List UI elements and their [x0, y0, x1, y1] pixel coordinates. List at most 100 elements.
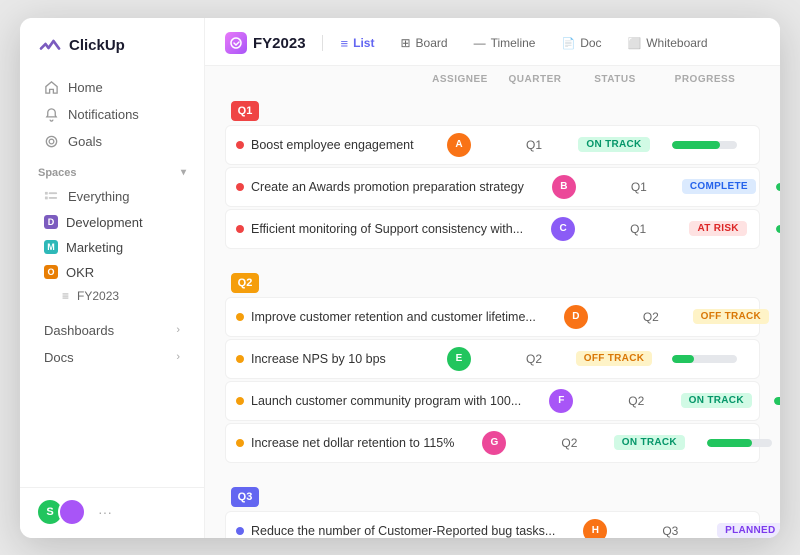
fy-icon: [225, 32, 247, 54]
table-row[interactable]: Increase net dollar retention to 115%GQ2…: [225, 423, 760, 463]
assignee-cell: C: [523, 217, 603, 241]
fy-title: FY2023: [253, 35, 306, 52]
sidebar-marketing-label: Marketing: [66, 240, 123, 255]
task-dot: [236, 439, 244, 447]
assignee-avatar: D: [564, 305, 588, 329]
timeline-tab-icon: —: [474, 36, 486, 50]
marketing-dot: M: [44, 240, 58, 254]
column-headers: ASSIGNEE QUARTER STATUS PROGRESS: [225, 66, 760, 89]
tab-list[interactable]: ≡ List: [331, 32, 385, 55]
sidebar-item-everything[interactable]: Everything: [26, 183, 198, 210]
task-quarter: Q1: [603, 222, 673, 236]
progress-bar-bg: [707, 439, 772, 447]
whiteboard-tab-label: Whiteboard: [646, 36, 707, 50]
table-row[interactable]: Increase NPS by 10 bps E Q2OFF TRACK: [225, 339, 760, 379]
quarter-badge-Q1: Q1: [231, 101, 259, 121]
assignee-avatar: H: [583, 519, 607, 538]
topbar: FY2023 ≡ List ⊞ Board — Timeline 📄 Doc ⬜…: [205, 18, 780, 66]
avatar-stack: S: [36, 498, 86, 526]
dashboards-label: Dashboards: [44, 323, 114, 338]
progress-cell: [659, 141, 749, 149]
assignee-cell: F: [521, 389, 601, 413]
task-name-cell: Improve customer retention and customer …: [236, 310, 536, 324]
dashboards-chevron: ›: [176, 324, 180, 336]
col-assignee: ASSIGNEE: [420, 74, 500, 85]
progress-bar-fill: [776, 225, 780, 233]
table-row[interactable]: Efficient monitoring of Support consiste…: [225, 209, 760, 249]
task-text: Boost employee engagement: [251, 138, 414, 152]
task-name-cell: Increase net dollar retention to 115%: [236, 436, 454, 450]
table-row[interactable]: Boost employee engagementAQ1ON TRACK: [225, 125, 760, 165]
assignee-cell: E: [419, 347, 499, 371]
assignee-cell: A: [419, 133, 499, 157]
sidebar-item-home[interactable]: Home: [26, 74, 198, 101]
chevron-down-icon: ▾: [181, 167, 186, 178]
status-badge: ON TRACK: [614, 435, 685, 450]
progress-cell: [694, 439, 780, 447]
sidebar-item-development[interactable]: D Development: [26, 210, 198, 235]
goals-icon: [44, 134, 59, 149]
task-text: Increase NPS by 10 bps: [251, 352, 386, 366]
status-badge: OFF TRACK: [693, 309, 769, 324]
sidebar-okr-label: OKR: [66, 265, 94, 280]
assignee-avatar: E: [447, 347, 471, 371]
quarter-group-Q2: Q2 Improve customer retention and custome…: [225, 261, 760, 463]
assignee-avatar: C: [551, 217, 575, 241]
sidebar: ClickUp Home Notifications Goals Spaces …: [20, 18, 205, 538]
docs-chevron: ›: [176, 351, 180, 363]
task-quarter: Q2: [601, 394, 671, 408]
status-cell: COMPLETE: [674, 179, 764, 194]
sidebar-home-label: Home: [68, 80, 103, 95]
task-quarter: Q3: [635, 524, 705, 538]
task-name-cell: Launch customer community program with 1…: [236, 394, 521, 408]
task-dot: [236, 141, 244, 149]
progress-cell: [763, 225, 780, 233]
progress-cell: [776, 313, 780, 321]
sidebar-item-notifications[interactable]: Notifications: [26, 101, 198, 128]
task-quarter: Q1: [499, 138, 569, 152]
sidebar-item-fy2023[interactable]: ≡ FY2023: [26, 285, 198, 307]
table-area: ASSIGNEE QUARTER STATUS PROGRESS Q1 Boost…: [205, 66, 780, 538]
table-row[interactable]: Improve customer retention and customer …: [225, 297, 760, 337]
quarter-badge-Q2: Q2: [231, 273, 259, 293]
assignee-avatar: F: [549, 389, 573, 413]
quarter-group-Q3: Q3 Reduce the number of Customer-Reported…: [225, 475, 760, 538]
assignee-avatar: A: [447, 133, 471, 157]
tab-board[interactable]: ⊞ Board: [390, 32, 457, 54]
doc-tab-icon: 📄: [561, 37, 575, 50]
table-row[interactable]: Launch customer community program with 1…: [225, 381, 760, 421]
spaces-label: Spaces: [38, 167, 77, 179]
tab-timeline[interactable]: — Timeline: [464, 32, 546, 54]
main-content: FY2023 ≡ List ⊞ Board — Timeline 📄 Doc ⬜…: [205, 18, 780, 538]
sidebar-item-okr[interactable]: O OKR: [26, 260, 198, 285]
list-tab-label: List: [353, 36, 374, 50]
fy2023-prefix: ≡: [62, 289, 69, 303]
avatar-2: [58, 498, 86, 526]
task-text: Create an Awards promotion preparation s…: [251, 180, 524, 194]
progress-cell: [659, 355, 749, 363]
status-cell: ON TRACK: [604, 435, 694, 450]
clickup-logo-icon: [38, 34, 62, 58]
status-cell: OFF TRACK: [569, 351, 659, 366]
progress-cell: [761, 397, 780, 405]
tab-whiteboard[interactable]: ⬜ Whiteboard: [618, 32, 718, 54]
sidebar-item-docs[interactable]: Docs ›: [26, 344, 198, 371]
task-dot: [236, 225, 244, 233]
progress-bar-bg: [776, 225, 780, 233]
sidebar-item-marketing[interactable]: M Marketing: [26, 235, 198, 260]
more-menu-icon[interactable]: ···: [98, 504, 112, 520]
tab-doc[interactable]: 📄 Doc: [551, 32, 611, 54]
sidebar-everything-label: Everything: [68, 189, 129, 204]
sidebar-item-dashboards[interactable]: Dashboards ›: [26, 317, 198, 344]
progress-bar-fill: [707, 439, 753, 447]
task-name-cell: Reduce the number of Customer-Reported b…: [236, 524, 555, 538]
task-quarter: Q2: [499, 352, 569, 366]
table-row[interactable]: Reduce the number of Customer-Reported b…: [225, 511, 760, 538]
main-window: ClickUp Home Notifications Goals Spaces …: [20, 18, 780, 538]
spaces-section: Spaces ▾: [20, 155, 204, 183]
table-row[interactable]: Create an Awards promotion preparation s…: [225, 167, 760, 207]
task-name-cell: Create an Awards promotion preparation s…: [236, 180, 524, 194]
progress-bar-fill: [774, 397, 780, 405]
assignee-avatar: G: [482, 431, 506, 455]
sidebar-item-goals[interactable]: Goals: [26, 128, 198, 155]
